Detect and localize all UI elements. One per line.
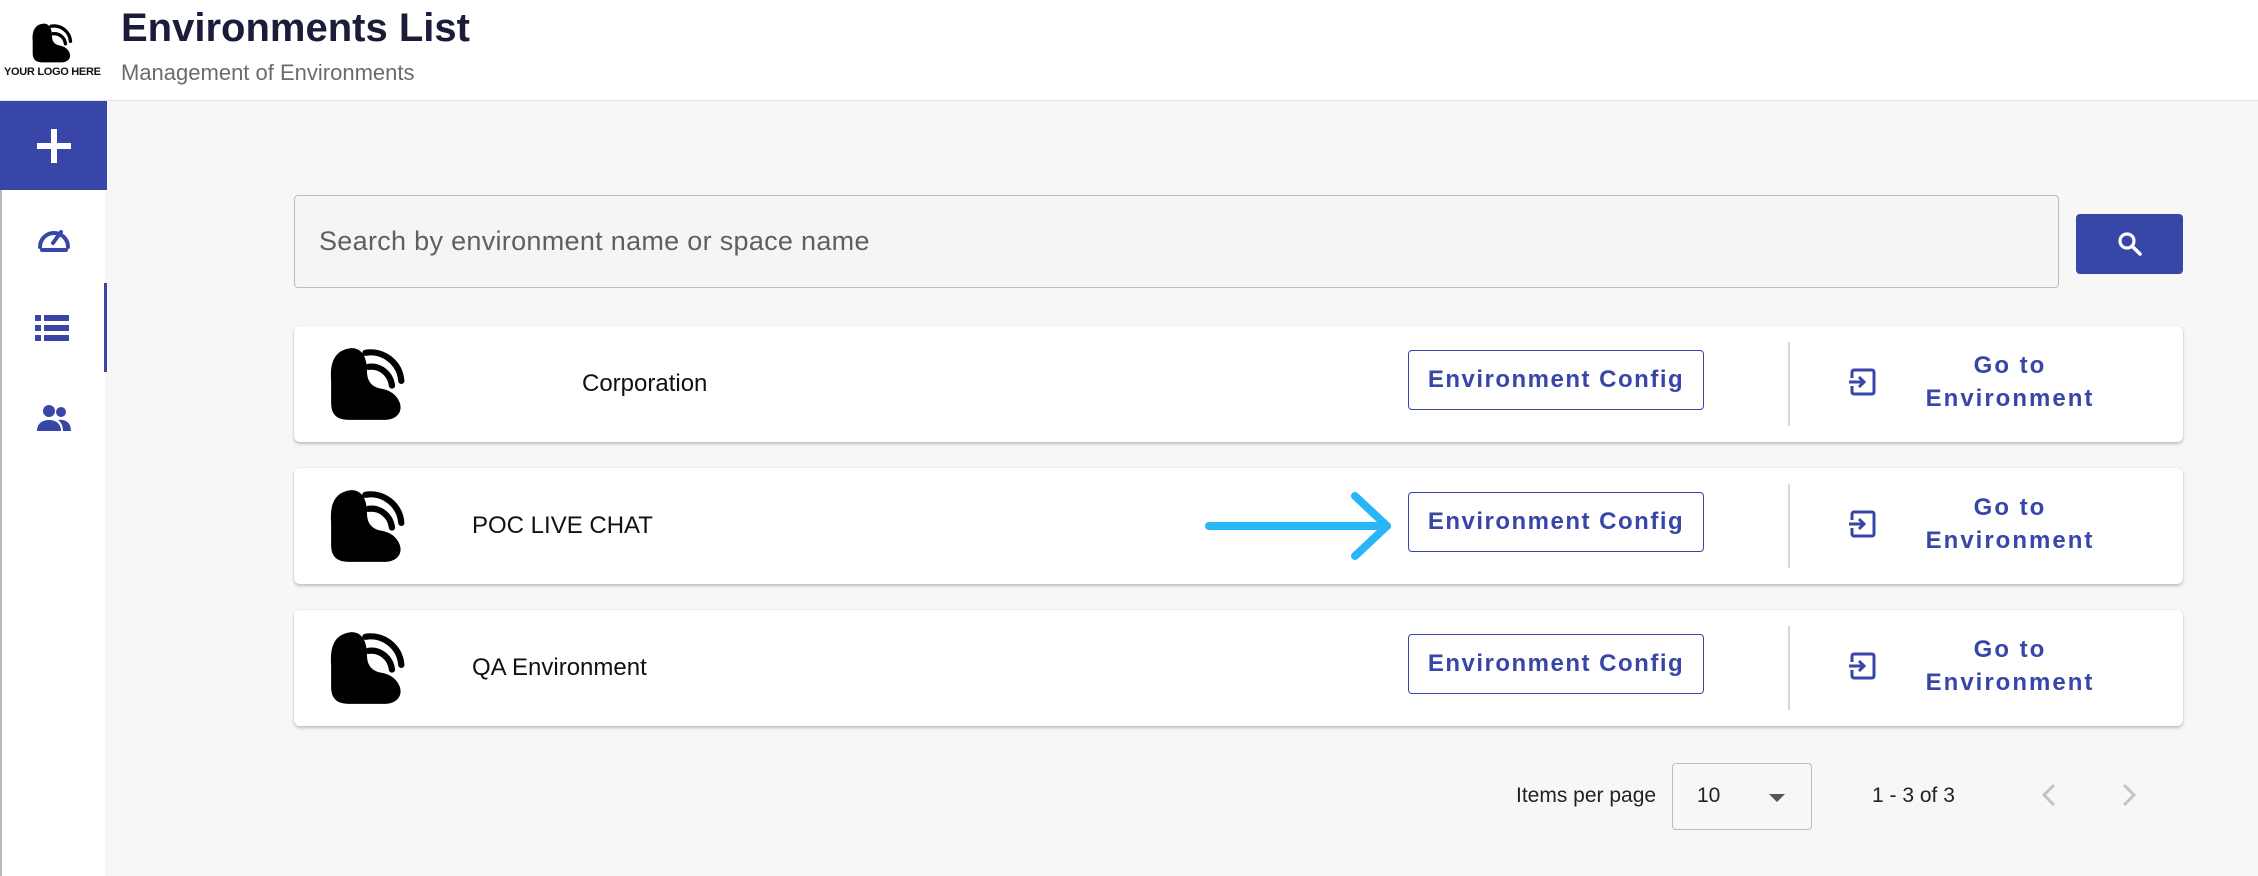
environment-name: QA Environment — [472, 654, 647, 681]
go-to-environment-button[interactable]: Go to Environment — [1844, 476, 2164, 572]
row-divider — [1788, 342, 1790, 426]
environment-config-button[interactable]: Environment Config — [1408, 634, 1704, 694]
row-divider — [1788, 626, 1790, 710]
environment-logo-icon — [330, 348, 405, 420]
environment-logo-icon — [330, 632, 405, 704]
plus-icon — [36, 128, 71, 163]
dropdown-caret-icon — [1769, 794, 1785, 802]
chevron-right-icon — [2122, 783, 2137, 807]
pagination-range: 1 - 3 of 3 — [1872, 784, 1955, 807]
go-to-environment-button[interactable]: Go to Environment — [1844, 618, 2164, 714]
sidebar-item-users[interactable] — [0, 373, 107, 462]
sidebar — [0, 101, 107, 876]
previous-page-button[interactable] — [2034, 780, 2064, 810]
app-header: YOUR LOGO HERE Environments List Managem… — [0, 0, 2258, 101]
logo-mark-icon — [32, 23, 73, 63]
sidebar-item-dashboard[interactable] — [0, 193, 107, 282]
app-logo[interactable]: YOUR LOGO HERE — [4, 22, 101, 84]
search-input[interactable] — [294, 195, 2059, 288]
items-per-page-label: Items per page — [1516, 784, 1657, 807]
go-to-environment-button[interactable]: Go to Environment — [1844, 334, 2164, 430]
items-per-page-select[interactable]: 10 — [1672, 763, 1812, 830]
login-icon — [1844, 648, 1880, 684]
search-button[interactable] — [2076, 214, 2183, 274]
page-title: Environments List — [121, 6, 470, 50]
chevron-left-icon — [2041, 783, 2056, 807]
login-icon — [1844, 506, 1880, 542]
logo-text: YOUR LOGO HERE — [4, 66, 101, 78]
sidebar-item-environments[interactable] — [0, 283, 107, 372]
environment-row: Corporation Environment Config Go to Env… — [294, 326, 2183, 442]
go-to-environment-label: Go to Environment — [1925, 352, 2095, 412]
next-page-button[interactable] — [2114, 780, 2144, 810]
sidebar-item-add[interactable] — [0, 101, 107, 190]
speedometer-icon — [37, 229, 70, 252]
environment-name: Corporation — [582, 370, 708, 397]
go-to-environment-label: Go to Environment — [1925, 636, 2095, 696]
go-to-environment-label: Go to Environment — [1925, 494, 2095, 554]
environment-name: POC LIVE CHAT — [472, 512, 653, 539]
row-divider — [1788, 484, 1790, 568]
list-icon — [35, 314, 69, 341]
environment-row: QA Environment Environment Config Go to … — [294, 610, 2183, 726]
search-icon — [2117, 232, 2142, 256]
page-subtitle: Management of Environments — [121, 60, 415, 85]
environment-config-button[interactable]: Environment Config — [1408, 492, 1704, 552]
items-per-page-value: 10 — [1697, 784, 1721, 807]
environment-logo-icon — [330, 490, 405, 562]
environment-config-button[interactable]: Environment Config — [1408, 350, 1704, 410]
login-icon — [1844, 364, 1880, 400]
people-icon — [36, 404, 71, 431]
annotation-arrow-icon — [1205, 492, 1391, 560]
